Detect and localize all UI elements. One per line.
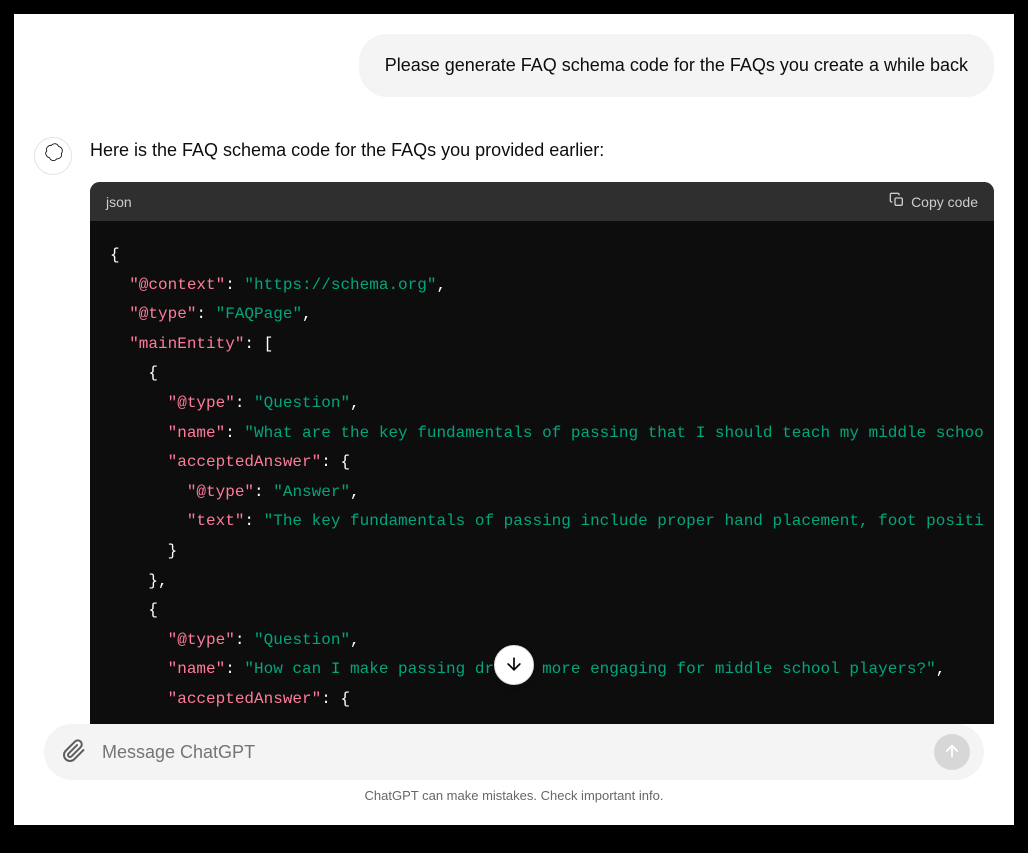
code-block-content[interactable]: { "@context": "https://schema.org", "@ty… <box>90 221 994 724</box>
input-area: ChatGPT can make mistakes. Check importa… <box>14 724 1014 825</box>
chat-area: Please generate FAQ schema code for the … <box>14 14 1014 724</box>
paperclip-icon <box>62 739 86 766</box>
copy-code-label: Copy code <box>911 194 978 210</box>
send-button[interactable] <box>934 734 970 770</box>
chatgpt-logo-icon <box>42 143 64 170</box>
code-block-header: json Copy code <box>90 182 994 221</box>
assistant-intro-text: Here is the FAQ schema code for the FAQs… <box>90 137 994 164</box>
assistant-avatar <box>34 137 72 175</box>
scroll-to-bottom-button[interactable] <box>494 645 534 685</box>
assistant-content: Here is the FAQ schema code for the FAQs… <box>90 137 994 724</box>
message-input[interactable] <box>102 742 922 763</box>
arrow-up-icon <box>943 742 961 763</box>
copy-icon <box>889 192 905 211</box>
user-message-bubble: Please generate FAQ schema code for the … <box>359 34 994 97</box>
message-input-container <box>44 724 984 780</box>
user-message-row: Please generate FAQ schema code for the … <box>14 34 1014 137</box>
arrow-down-icon <box>504 654 524 677</box>
copy-code-button[interactable]: Copy code <box>889 192 978 211</box>
code-language-label: json <box>106 194 132 210</box>
footer-note: ChatGPT can make mistakes. Check importa… <box>44 780 984 815</box>
attach-file-button[interactable] <box>58 736 90 768</box>
assistant-message-row: Here is the FAQ schema code for the FAQs… <box>14 137 1014 724</box>
user-message-text: Please generate FAQ schema code for the … <box>385 55 968 75</box>
code-block: json Copy code { "@context": "https <box>90 182 994 724</box>
